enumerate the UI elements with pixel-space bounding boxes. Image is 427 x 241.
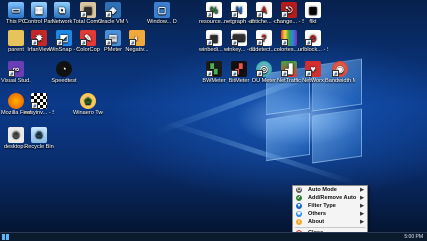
urlblock-icon: ⊘ ↗ xyxy=(305,30,321,46)
speedometer-icon: ◔ xyxy=(56,61,72,77)
percent-icon: % ↗ xyxy=(206,2,222,18)
eyedropper-icon: ✎ ↗ xyxy=(80,30,96,46)
virtualbox-icon: ◈ ↗ xyxy=(105,2,121,18)
irfanview-icon: ✸ ↗ xyxy=(31,30,47,46)
control-panel-icon: ▦ xyxy=(31,2,47,18)
menu-item-auto-mode[interactable]: ⏻ Auto Mode ▶ xyxy=(293,186,367,194)
menu-item-add-remove-auto[interactable]: ✓ Add/Remove Auto ▶ xyxy=(293,194,367,202)
desktop-icon-bandwidth-monitor[interactable]: ◉↗ Bandwidth Monitor xyxy=(325,61,355,84)
du-meter-icon: ◎ ↗ xyxy=(256,61,272,77)
filter-icon: ▼ xyxy=(296,203,302,209)
start-button[interactable] xyxy=(2,234,9,240)
check-icon: ✓ xyxy=(296,195,302,201)
menu-item-filter-type[interactable]: ▼ Filter Type ▶ xyxy=(293,202,367,210)
nettraffic-icon: ▟ ↗ xyxy=(281,61,297,77)
submenu-arrow-icon: ▶ xyxy=(360,219,364,225)
desktop-icon-recycle-bin[interactable]: ♻ Recycle Bin xyxy=(24,127,54,150)
submenu-arrow-icon: ▶ xyxy=(360,195,364,201)
bandwidth-monitor-icon: ◉ ↗ xyxy=(332,61,348,77)
info-icon: i xyxy=(296,219,302,225)
desktop-icon-networx[interactable]: ♥ ↗ NetWorx xyxy=(298,61,328,84)
gear-icon: ✱ xyxy=(296,211,302,217)
letter-a-icon: A ↗ xyxy=(256,2,272,18)
desktop-icon-flkt[interactable]: ▦ flkt xyxy=(298,2,328,25)
window-icon: ▢ xyxy=(154,2,170,18)
submenu-arrow-icon: ▶ xyxy=(360,187,364,193)
ini-file-icon: ⚙ xyxy=(8,127,24,143)
computer-icon: ▭ xyxy=(8,2,24,18)
bwmeter-icon: ▚ ↗ xyxy=(206,61,222,77)
desktop-icon-speedtest[interactable]: ◔ Speedtest xyxy=(49,61,79,84)
desktop-icon-visual-studio[interactable]: ∞ ↗ Visual Stud... xyxy=(1,61,31,84)
desktop-icon-negative[interactable]: ◐ ↗ Negativ... xyxy=(122,30,152,53)
netgraph-icon: N ↗ xyxy=(231,2,247,18)
networx-icon: ♥ ↗ xyxy=(305,61,321,77)
firefox-icon xyxy=(8,93,24,109)
network-icon: ⧉ xyxy=(54,2,70,18)
submenu-arrow-icon: ▶ xyxy=(360,211,364,217)
grid-icon: ▦ xyxy=(305,2,321,18)
desktop-icon-virtualbox[interactable]: ◈↗ Oracle VM VirtualBox xyxy=(98,2,128,25)
desktop-icon-winaero-tweaker[interactable]: ✿ Winaero Tweaker xyxy=(73,93,103,116)
winaero-icon: ✿ xyxy=(80,93,96,109)
question-icon: ? ↗ xyxy=(256,30,272,46)
floppy-disk-icon: ▣ ↗ xyxy=(80,2,96,18)
pmeter-icon: ▤ ↗ xyxy=(105,30,121,46)
checkerboard-icon: ↗ xyxy=(31,93,47,109)
menu-item-about[interactable]: i About ▶ xyxy=(293,218,367,226)
winbedit-icon: ▥ ↗ xyxy=(206,30,222,46)
change-icon: ⎋ ↗ xyxy=(281,2,297,18)
recycle-bin-icon: ♻ xyxy=(31,127,47,143)
submenu-arrow-icon: ▶ xyxy=(360,203,364,209)
power-icon: ⏻ xyxy=(296,187,302,193)
menu-separator xyxy=(295,227,365,228)
desktop-icon-easyinventory[interactable]: ↗ easyinv... - Shortcut xyxy=(24,93,54,116)
bitmeter-icon: ▞ ↗ xyxy=(231,61,247,77)
negative-icon: ◐ ↗ xyxy=(129,30,145,46)
menu-item-others[interactable]: ✱ Others ▶ xyxy=(293,210,367,218)
winkey-icon: ⌨ ↗ xyxy=(231,30,247,46)
colortest-icon: ↗ xyxy=(281,30,297,46)
desktop-icon-dpi-fix[interactable]: ▢ Window... DPI Fix xyxy=(147,2,177,25)
visual-studio-icon: ∞ ↗ xyxy=(8,61,24,77)
folder-icon xyxy=(8,30,24,46)
winsnap-icon: ◩ ↗ xyxy=(56,30,72,46)
desktop-icon-urlblock-shortcut[interactable]: ⊘↗ urlblock... - Shortcut xyxy=(298,30,328,53)
